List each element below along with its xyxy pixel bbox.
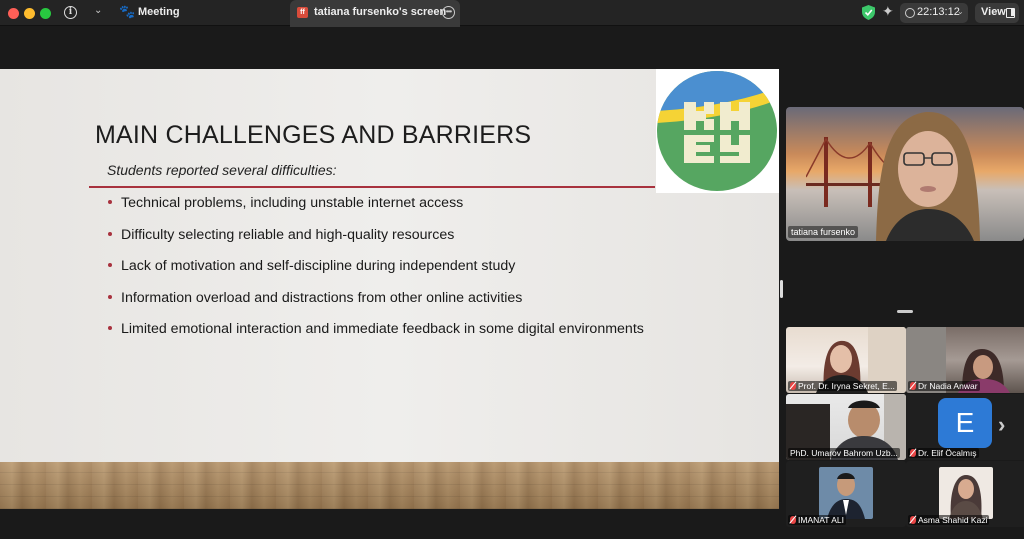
mic-off-icon — [910, 382, 916, 390]
logo-emblem-icon — [657, 71, 777, 191]
participant-tile[interactable]: PhD. Umarov Bahrom Uzb... — [786, 394, 906, 460]
view-button[interactable]: View — [975, 3, 1019, 23]
ai-companion-icon[interactable]: ✦ — [882, 3, 894, 20]
participant-photo-icon — [949, 475, 983, 519]
participant-tile[interactable]: IMANAT ALI — [786, 461, 906, 527]
participant-photo — [939, 467, 993, 519]
mic-off-icon — [910, 516, 916, 524]
resize-handle[interactable] — [780, 280, 783, 298]
chevron-right-icon[interactable]: › — [998, 412, 1005, 438]
bullet-icon — [108, 326, 112, 331]
speaker-person-icon — [876, 111, 980, 241]
participant-name-label: Asma Shahid Kazi — [908, 515, 990, 525]
participant-name-label: Prof. Dr. Iryna Sekret, E... — [788, 381, 897, 391]
clock-icon — [905, 8, 915, 18]
meeting-info-icon[interactable]: i — [64, 6, 77, 19]
participant-tile[interactable]: E Dr. Elif Öcalmış — [906, 394, 1024, 460]
mic-off-icon — [910, 449, 916, 457]
speaker-name-label: tatiana fursenko — [788, 226, 859, 238]
screen-share-tab-label: tatiana fursenko's screen — [314, 6, 447, 18]
mic-off-icon — [790, 516, 796, 524]
meeting-timer-text: 22:13:12 — [917, 6, 960, 18]
more-options-icon[interactable]: ••• — [442, 6, 455, 19]
participant-name-label: IMANAT ALI — [788, 515, 846, 525]
meeting-timer[interactable]: 22:13:12 ⌄ — [900, 3, 968, 23]
view-label: View — [981, 6, 1006, 18]
bullet-icon — [108, 294, 112, 299]
close-window-button[interactable] — [8, 8, 19, 19]
layout-icon — [1006, 8, 1015, 18]
chevron-down-icon[interactable]: ⌄ — [94, 5, 102, 16]
gallery-drag-handle[interactable] — [897, 310, 913, 313]
bullet-icon — [108, 263, 112, 268]
bullet-item: Information overload and distractions fr… — [108, 288, 644, 320]
chevron-down-icon: ⌄ — [957, 7, 964, 16]
window-title-bar: i ⌄ 🐾 Meeting ff tatiana fursenko's scre… — [0, 0, 1024, 27]
bullet-item: Limited emotional interaction and immedi… — [108, 319, 644, 351]
participant-tile[interactable]: Prof. Dr. Iryna Sekret, E... — [786, 327, 906, 393]
bullet-item: Difficulty selecting reliable and high-q… — [108, 225, 644, 257]
participant-tile[interactable]: Dr Nadia Anwar — [906, 327, 1024, 393]
avatar: E — [938, 398, 992, 448]
minimize-window-button[interactable] — [24, 8, 35, 19]
slide-subtitle: Students reported several difficulties: — [107, 162, 337, 178]
slide-divider — [89, 186, 655, 188]
university-logo — [656, 69, 779, 193]
mic-off-icon — [790, 382, 796, 390]
participant-name-label: Dr. Elif Öcalmış — [908, 448, 979, 458]
slide-title: MAIN CHALLENGES AND BARRIERS — [95, 121, 532, 149]
meeting-tab-label[interactable]: Meeting — [138, 6, 180, 18]
bullet-item: Lack of motivation and self-discipline d… — [108, 256, 644, 288]
shield-check-icon[interactable] — [862, 5, 875, 20]
shared-screen-slide: MAIN CHALLENGES AND BARRIERS Students re… — [0, 69, 779, 509]
share-app-icon: ff — [297, 7, 308, 18]
paw-icon: 🐾 — [119, 4, 136, 19]
bullet-icon — [108, 200, 112, 204]
participant-tile[interactable]: Asma Shahid Kazi — [906, 461, 1024, 527]
bullet-list: Technical problems, including unstable i… — [108, 193, 644, 351]
participant-name-label: Dr Nadia Anwar — [908, 381, 980, 391]
screen-share-tab[interactable]: ff tatiana fursenko's screen ••• — [290, 0, 460, 27]
participant-name-label: PhD. Umarov Bahrom Uzb... — [788, 448, 900, 458]
bullet-icon — [108, 231, 112, 236]
active-speaker-video[interactable]: tatiana fursenko — [786, 107, 1024, 241]
bullet-item: Technical problems, including unstable i… — [108, 193, 644, 225]
participant-photo-icon — [827, 473, 865, 519]
wood-floor-decoration — [0, 462, 779, 509]
participant-photo — [819, 467, 873, 519]
zoom-window-button[interactable] — [40, 8, 51, 19]
